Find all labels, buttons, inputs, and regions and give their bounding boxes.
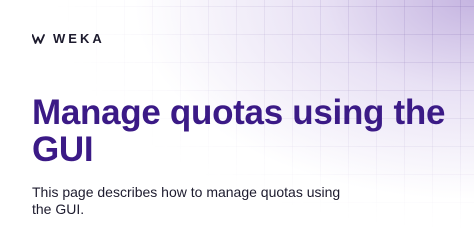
page-title: Manage quotas using the GUI — [32, 93, 446, 169]
page-description: This page describes how to manage quotas… — [32, 184, 341, 217]
logo-wordmark: WEKA — [53, 31, 105, 46]
weka-logo-mark-icon — [32, 33, 45, 44]
weka-logo: WEKA — [32, 31, 105, 46]
preview-card: WEKA Manage quotas using the GUI This pa… — [0, 0, 474, 248]
